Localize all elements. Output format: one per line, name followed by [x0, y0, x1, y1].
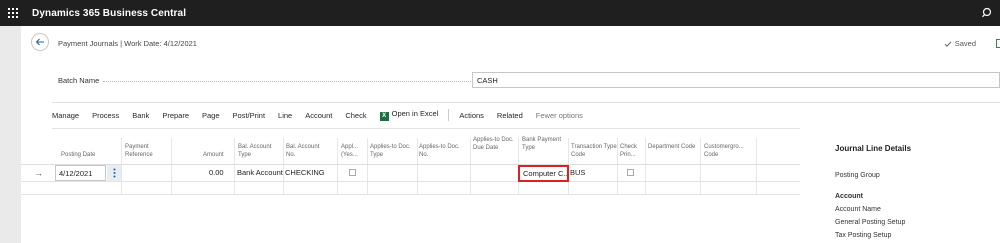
check-printed-checkbox[interactable]: [627, 169, 634, 176]
row-divider: [21, 181, 800, 182]
back-button[interactable]: [31, 33, 49, 51]
excel-icon: X: [379, 112, 389, 121]
column-divider: [367, 138, 368, 194]
row-divider: [21, 194, 800, 195]
app-launcher-icon[interactable]: [0, 0, 26, 26]
col-header-customergroup-code[interactable]: Customergro... Code: [704, 144, 758, 159]
factbox-tax-posting-setup: Tax Posting Setup: [835, 232, 892, 239]
action-separator: [448, 109, 450, 121]
factbox-title: Journal Line Details: [835, 144, 912, 153]
open-in-excel-button[interactable]: X Open in Excel: [379, 109, 439, 121]
app-title: Dynamics 365 Business Central: [32, 7, 187, 19]
col-header-amount[interactable]: Amount: [203, 152, 224, 160]
open-in-excel-label: Open in Excel: [391, 109, 439, 118]
saved-label: Saved: [954, 39, 976, 48]
action-check[interactable]: Check: [345, 111, 366, 120]
batch-name-input[interactable]: CASH: [472, 72, 1000, 88]
applies-to-id-checkbox[interactable]: [349, 169, 356, 176]
column-divider: [283, 138, 284, 194]
saved-status: Saved: [944, 39, 976, 48]
factbox-general-posting-setup: General Posting Setup: [835, 219, 906, 226]
col-header-payment-reference[interactable]: Payment Reference: [125, 144, 175, 159]
col-header-applies-to-doc-due-date[interactable]: Applies-to Doc. Due Date: [473, 137, 517, 152]
action-account[interactable]: Account: [305, 111, 332, 120]
open-in-new-window-icon[interactable]: [996, 39, 1000, 48]
fewer-options-button[interactable]: Fewer options: [536, 111, 583, 120]
divider: [52, 102, 1000, 103]
checkmark-icon: [944, 40, 952, 47]
col-header-applies-to-id[interactable]: Appl... (Yes...: [341, 144, 367, 159]
col-header-bank-payment-type[interactable]: Bank Payment Type: [522, 137, 568, 152]
col-header-applies-to-doc-type[interactable]: Applies-to Doc. Type: [370, 144, 416, 159]
action-post-print[interactable]: Post/Print: [233, 111, 266, 120]
column-divider: [700, 138, 701, 194]
payment-journal-page: Payment Journals | Work Date: 4/12/2021 …: [21, 26, 1000, 243]
column-divider: [171, 138, 172, 194]
current-row-arrow-icon: →: [34, 168, 43, 178]
action-manage[interactable]: Manage: [52, 111, 79, 120]
column-divider: [470, 138, 471, 194]
action-prepare[interactable]: Prepare: [162, 111, 189, 120]
action-related[interactable]: Related: [497, 111, 523, 120]
header-row-divider: [21, 164, 800, 165]
divider: [52, 128, 800, 129]
page-title: Payment Journals | Work Date: 4/12/2021: [58, 39, 197, 48]
bal-account-no-cell[interactable]: CHECKING: [285, 165, 325, 181]
action-page[interactable]: Page: [202, 111, 220, 120]
action-process[interactable]: Process: [92, 111, 119, 120]
factbox-account-header: Account: [835, 193, 863, 200]
col-header-applies-to-doc-no[interactable]: Applies-to Doc. No.: [419, 144, 465, 159]
col-header-bal-account-type[interactable]: Bal. Account Type: [238, 144, 282, 159]
amount-cell[interactable]: 0.00: [209, 165, 224, 181]
column-divider: [645, 138, 646, 194]
action-bank[interactable]: Bank: [132, 111, 149, 120]
action-actions[interactable]: Actions: [459, 111, 484, 120]
arrow-left-icon: [35, 38, 44, 46]
column-divider: [234, 138, 235, 194]
row-actions-menu-icon[interactable]: [107, 165, 121, 181]
col-header-posting-date[interactable]: Posting Date: [61, 152, 95, 160]
column-divider: [617, 138, 618, 194]
search-icon[interactable]: [980, 5, 996, 21]
batch-name-leader: [103, 81, 473, 82]
action-line[interactable]: Line: [278, 111, 292, 120]
app-header-bar: Dynamics 365 Business Central: [0, 0, 1000, 26]
posting-date-cell[interactable]: 4/12/2021: [55, 165, 106, 181]
batch-name-label: Batch Name: [58, 76, 100, 85]
column-divider: [417, 138, 418, 194]
col-header-transaction-type-code[interactable]: Transaction Type Code: [571, 144, 617, 159]
journal-line-details-factbox: Journal Line Details Posting Group Accou…: [800, 106, 1000, 243]
col-header-bal-account-no[interactable]: Bal. Account No.: [286, 144, 326, 159]
col-header-check-printed[interactable]: Check Prin...: [620, 144, 646, 159]
factbox-posting-group: Posting Group: [835, 172, 880, 179]
column-divider: [756, 138, 757, 194]
column-divider: [121, 138, 122, 194]
bank-payment-type-cell[interactable]: Computer C...: [518, 165, 569, 182]
action-bar: Manage Process Bank Prepare Page Post/Pr…: [52, 106, 596, 124]
column-divider: [337, 138, 338, 194]
bal-account-type-cell[interactable]: Bank Account: [237, 165, 283, 181]
factbox-account-name: Account Name: [835, 206, 881, 213]
transaction-type-code-cell[interactable]: BUS: [570, 165, 585, 181]
col-header-department-code[interactable]: Department Code: [648, 144, 698, 152]
